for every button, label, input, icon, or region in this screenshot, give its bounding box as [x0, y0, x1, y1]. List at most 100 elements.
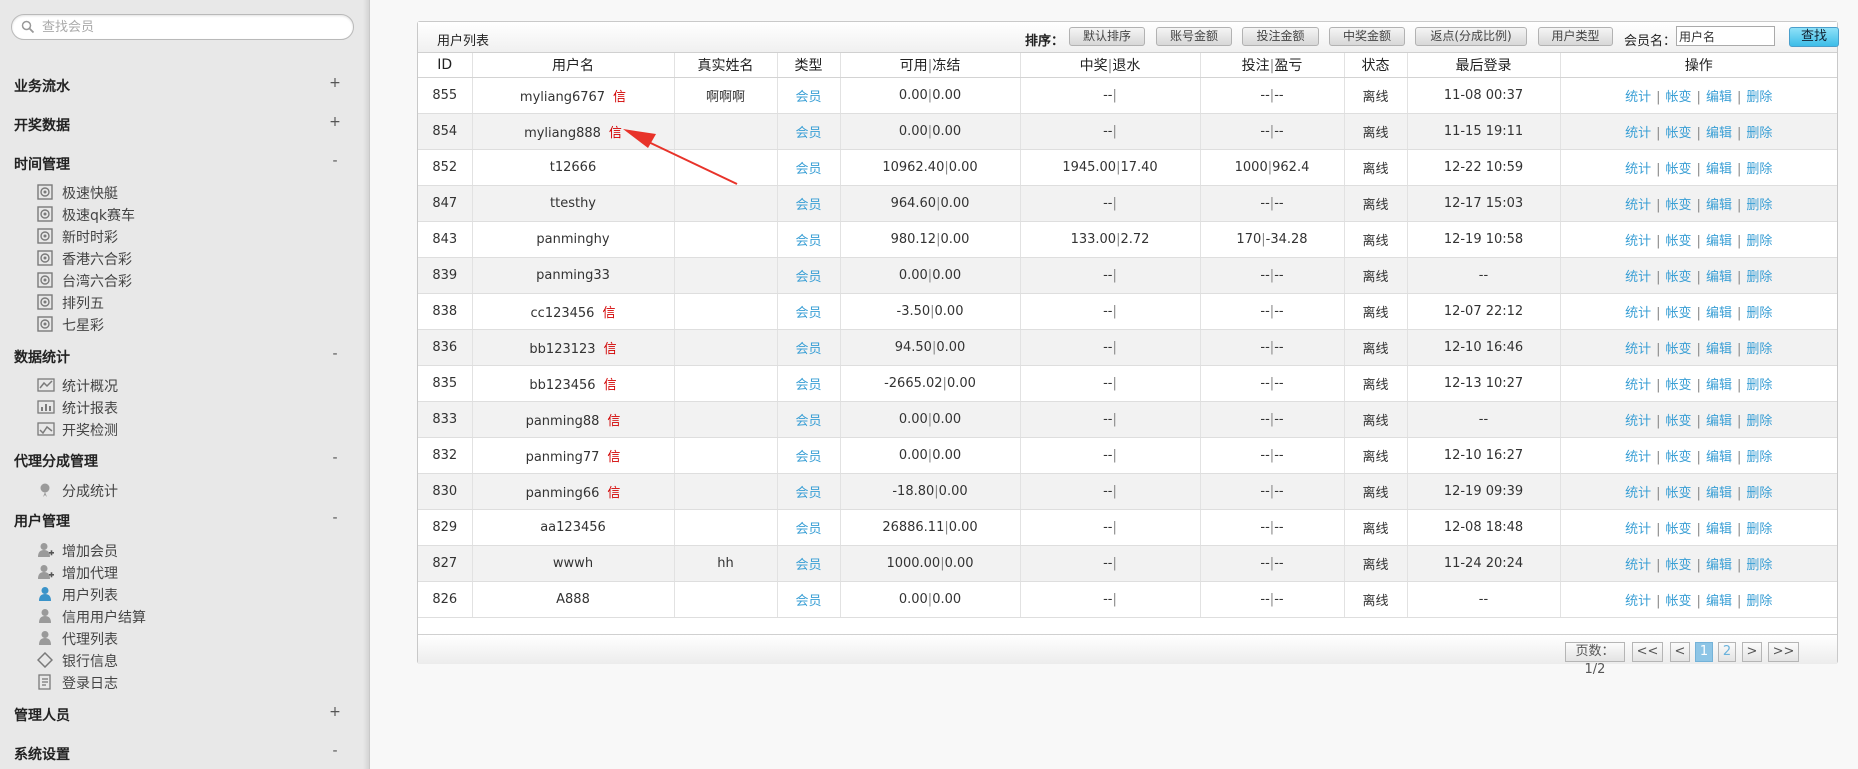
sidebar-item-user-4[interactable]: 代理列表 [37, 628, 337, 648]
sidebar-item-user-1[interactable]: 增加代理 [37, 562, 337, 582]
sidebar-item-time-5[interactable]: 排列五 [37, 292, 337, 312]
sidebar-section-business-flow[interactable]: 业务流水 + [0, 75, 355, 97]
cell-type[interactable]: 会员 [777, 329, 841, 366]
collapse-icon[interactable]: - [328, 743, 342, 759]
sidebar-item-user-3[interactable]: 信用用户结算 [37, 606, 337, 626]
stats-link[interactable]: 统计 [1625, 90, 1651, 105]
collapse-icon[interactable]: - [328, 510, 342, 526]
sidebar-item-time-2[interactable]: 新时时彩 [37, 226, 337, 246]
user-type-link[interactable]: 会员 [795, 162, 821, 177]
page-2-button[interactable]: 2 [1718, 642, 1736, 662]
stats-link[interactable]: 统计 [1625, 270, 1651, 285]
account-change-link[interactable]: 帐变 [1666, 522, 1692, 537]
stats-link[interactable]: 统计 [1625, 198, 1651, 213]
expand-icon[interactable]: + [328, 704, 342, 720]
sidebar-item-time-0[interactable]: 极速快艇 [37, 182, 337, 202]
cell-type[interactable]: 会员 [777, 257, 841, 294]
edit-link[interactable]: 编辑 [1706, 234, 1732, 249]
delete-link[interactable]: 删除 [1746, 198, 1772, 213]
cell-type[interactable]: 会员 [777, 77, 841, 114]
edit-link[interactable]: 编辑 [1706, 594, 1732, 609]
edit-link[interactable]: 编辑 [1706, 414, 1732, 429]
account-change-link[interactable]: 帐变 [1666, 414, 1692, 429]
edit-link[interactable]: 编辑 [1706, 378, 1732, 393]
account-change-link[interactable]: 帐变 [1666, 558, 1692, 573]
stats-link[interactable]: 统计 [1625, 450, 1651, 465]
sidebar-item-stats-1[interactable]: 统计报表 [37, 397, 337, 417]
edit-link[interactable]: 编辑 [1706, 306, 1732, 321]
delete-link[interactable]: 删除 [1746, 414, 1772, 429]
sidebar-item-time-6[interactable]: 七星彩 [37, 314, 337, 334]
cell-type[interactable]: 会员 [777, 113, 841, 150]
stats-link[interactable]: 统计 [1625, 306, 1651, 321]
next-page-button[interactable]: > [1742, 642, 1762, 662]
user-type-link[interactable]: 会员 [795, 198, 821, 213]
delete-link[interactable]: 删除 [1746, 594, 1772, 609]
stats-link[interactable]: 统计 [1625, 558, 1651, 573]
account-change-link[interactable]: 帐变 [1666, 126, 1692, 141]
sidebar-item-time-3[interactable]: 香港六合彩 [37, 248, 337, 268]
delete-link[interactable]: 删除 [1746, 522, 1772, 537]
sidebar-item-time-4[interactable]: 台湾六合彩 [37, 270, 337, 290]
user-type-link[interactable]: 会员 [795, 270, 821, 285]
sidebar-item-stats-0[interactable]: 统计概况 [37, 375, 337, 395]
user-type-link[interactable]: 会员 [795, 558, 821, 573]
sort-user-type-button[interactable]: 用户类型 [1538, 27, 1613, 46]
user-type-link[interactable]: 会员 [795, 234, 821, 249]
member-name-input[interactable] [1676, 26, 1775, 46]
user-type-link[interactable]: 会员 [795, 342, 821, 357]
cell-type[interactable]: 会员 [777, 437, 841, 474]
user-type-link[interactable]: 会员 [795, 306, 821, 321]
sidebar-section-data-statistics[interactable]: 数据统计 - [0, 346, 355, 368]
user-type-link[interactable]: 会员 [795, 90, 821, 105]
stats-link[interactable]: 统计 [1625, 126, 1651, 141]
sort-default-button[interactable]: 默认排序 [1069, 27, 1145, 46]
edit-link[interactable]: 编辑 [1706, 558, 1732, 573]
cell-type[interactable]: 会员 [777, 545, 841, 582]
stats-link[interactable]: 统计 [1625, 162, 1651, 177]
stats-link[interactable]: 统计 [1625, 234, 1651, 249]
delete-link[interactable]: 删除 [1746, 162, 1772, 177]
sort-account-amount-button[interactable]: 账号金额 [1156, 27, 1232, 46]
sidebar-section-system-settings[interactable]: 系统设置 - [0, 743, 355, 765]
edit-link[interactable]: 编辑 [1706, 198, 1732, 213]
sort-bet-amount-button[interactable]: 投注金额 [1242, 27, 1319, 46]
sidebar-section-agent-commission[interactable]: 代理分成管理 - [0, 450, 355, 472]
delete-link[interactable]: 删除 [1746, 270, 1772, 285]
edit-link[interactable]: 编辑 [1706, 270, 1732, 285]
find-button[interactable]: 查找 [1789, 27, 1839, 47]
sidebar-section-lottery-data[interactable]: 开奖数据 + [0, 114, 355, 136]
sidebar-section-managers[interactable]: 管理人员 + [0, 704, 355, 726]
cell-type[interactable]: 会员 [777, 365, 841, 402]
sidebar-item-user-0[interactable]: 增加会员 [37, 540, 337, 560]
stats-link[interactable]: 统计 [1625, 378, 1651, 393]
user-type-link[interactable]: 会员 [795, 522, 821, 537]
delete-link[interactable]: 删除 [1746, 378, 1772, 393]
sidebar-item-user-2[interactable]: 用户列表 [37, 584, 337, 604]
account-change-link[interactable]: 帐变 [1666, 162, 1692, 177]
sidebar-item-user-6[interactable]: 登录日志 [37, 672, 337, 692]
edit-link[interactable]: 编辑 [1706, 522, 1732, 537]
sidebar-item-agent-0[interactable]: 分成统计 [37, 480, 337, 500]
edit-link[interactable]: 编辑 [1706, 342, 1732, 357]
user-type-link[interactable]: 会员 [795, 594, 821, 609]
edit-link[interactable]: 编辑 [1706, 486, 1732, 501]
account-change-link[interactable]: 帐变 [1666, 378, 1692, 393]
user-type-link[interactable]: 会员 [795, 414, 821, 429]
expand-icon[interactable]: + [328, 75, 342, 91]
account-change-link[interactable]: 帐变 [1666, 306, 1692, 321]
member-search-input[interactable] [40, 17, 344, 37]
sort-rebate-button[interactable]: 返点(分成比例) [1415, 27, 1527, 46]
prev-page-button[interactable]: < [1670, 642, 1690, 662]
collapse-icon[interactable]: - [328, 450, 342, 466]
delete-link[interactable]: 删除 [1746, 234, 1772, 249]
user-type-link[interactable]: 会员 [795, 378, 821, 393]
account-change-link[interactable]: 帐变 [1666, 450, 1692, 465]
collapse-icon[interactable]: - [328, 346, 342, 362]
cell-type[interactable]: 会员 [777, 293, 841, 330]
sidebar-item-user-5[interactable]: 银行信息 [36, 650, 337, 670]
stats-link[interactable]: 统计 [1625, 414, 1651, 429]
stats-link[interactable]: 统计 [1625, 522, 1651, 537]
cell-type[interactable]: 会员 [777, 149, 841, 186]
delete-link[interactable]: 删除 [1746, 342, 1772, 357]
